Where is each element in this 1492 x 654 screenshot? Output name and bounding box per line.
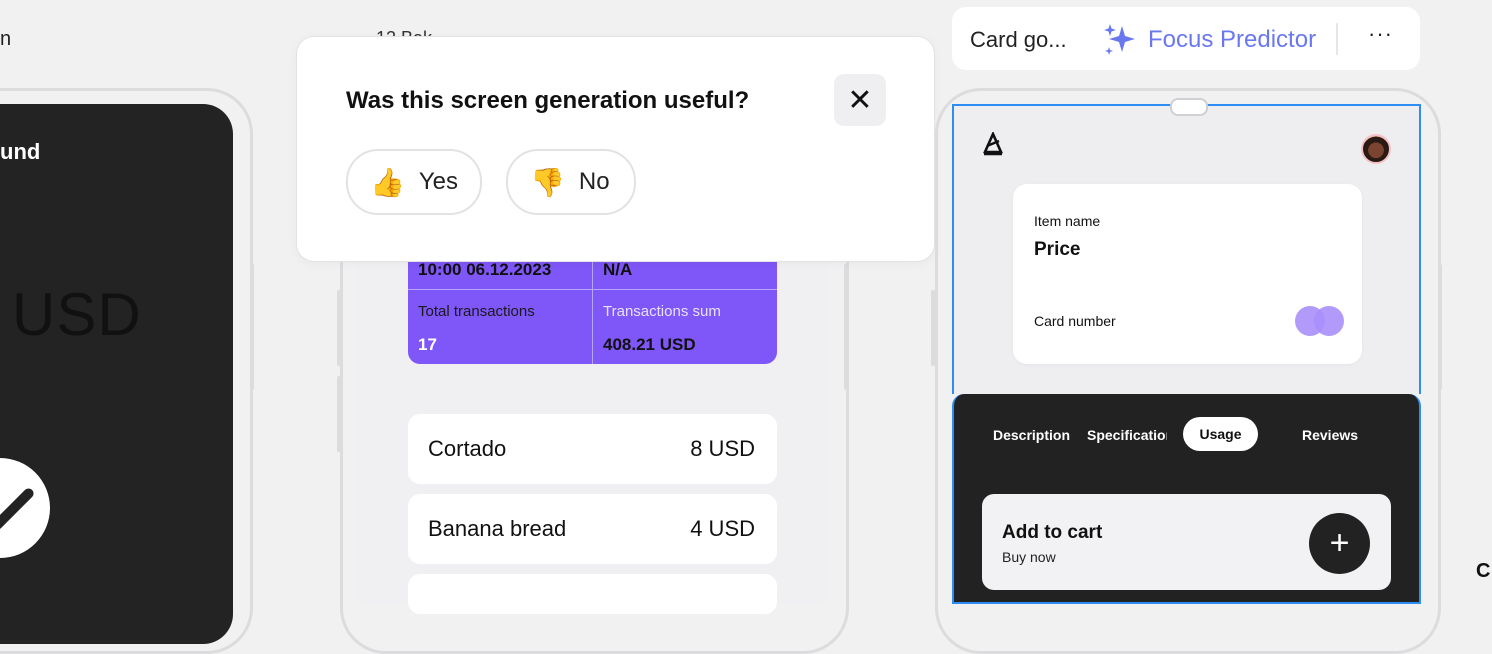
feedback-popup: Was this screen generation useful? ✕ 👍 Y… [296, 36, 935, 262]
focus-predictor-button[interactable]: Focus Predictor [1148, 26, 1316, 54]
thumbs-up-icon: 👍 [370, 166, 405, 198]
yes-label: Yes [418, 168, 459, 195]
tab-usage[interactable]: Usage [1183, 417, 1258, 451]
payment-card: Item name Price Card number [1013, 184, 1362, 364]
total-transactions-label: Total transactions [418, 303, 535, 320]
popup-title: Was this screen generation useful? [346, 87, 750, 114]
left-heading: und [0, 139, 41, 164]
buy-now-label: Buy now [1002, 549, 1056, 565]
list-item-name: Cortado [428, 436, 507, 461]
right-phone-side-button-right [1438, 264, 1442, 390]
app-logo-icon [982, 130, 1004, 161]
close-button[interactable]: ✕ [834, 74, 886, 126]
left-phone-screen [0, 104, 233, 644]
plus-icon: + [1329, 524, 1350, 562]
middle-phone-side-button-left [337, 290, 341, 366]
more-options-icon[interactable]: ··· [1368, 21, 1393, 47]
add-button[interactable]: + [1309, 513, 1370, 574]
tab-reviews[interactable]: Reviews [1302, 427, 1358, 443]
card-brand-icon [1314, 306, 1344, 336]
transactions-sum-value: 408.21 USD [603, 335, 696, 354]
transaction-summary-grid: 10:00 06.12.2023 N/A Total transactions … [408, 250, 777, 364]
tab-description[interactable]: Description [993, 427, 1070, 443]
resize-handle[interactable] [1170, 98, 1208, 116]
list-item[interactable]: Banana bread 4 USD [408, 494, 777, 564]
list-item-price: 4 USD [690, 516, 755, 541]
left-phone-side-button [250, 264, 254, 390]
screen-toolbar: Card go... Focus Predictor ··· [952, 7, 1420, 70]
no-label: No [578, 168, 610, 195]
sparkle-icon [1102, 22, 1138, 63]
left-amount: 1 USD [0, 281, 142, 348]
thumbs-down-icon: 👎 [530, 166, 565, 198]
grid-divider [592, 250, 593, 364]
edge-clipped-text: C [1476, 560, 1491, 582]
total-transactions-value: 17 [418, 335, 437, 354]
close-icon: ✕ [847, 83, 873, 117]
no-button[interactable]: 👎 No [506, 149, 636, 215]
toolbar-divider [1336, 23, 1338, 55]
tab-specification[interactable]: Specification [1087, 427, 1167, 443]
screen-title[interactable]: Card go... [970, 27, 1067, 53]
item-name-label: Item name [1034, 213, 1101, 229]
avatar[interactable] [1361, 134, 1391, 164]
right-phone-side-button-left [931, 290, 935, 366]
list-item[interactable]: Cortado 8 USD [408, 414, 777, 484]
grid-divider [408, 289, 777, 290]
summary-na: N/A [603, 260, 633, 279]
add-to-cart-title: Add to cart [1002, 522, 1103, 543]
add-to-cart-card[interactable]: Add to cart Buy now + [982, 494, 1391, 590]
yes-button[interactable]: 👍 Yes [346, 149, 482, 215]
middle-phone-side-button-right [844, 264, 848, 390]
transactions-sum-label: Transactions sum [603, 303, 721, 320]
list-item[interactable] [408, 574, 777, 614]
list-item-name: Banana bread [428, 516, 567, 541]
summary-datetime: 10:00 06.12.2023 [418, 260, 552, 279]
list-item-price: 8 USD [690, 436, 755, 461]
middle-phone-side-button-left-2 [337, 376, 341, 452]
price-label: Price [1034, 239, 1081, 260]
left-top-label: n [0, 28, 12, 50]
card-number-label: Card number [1034, 313, 1116, 329]
